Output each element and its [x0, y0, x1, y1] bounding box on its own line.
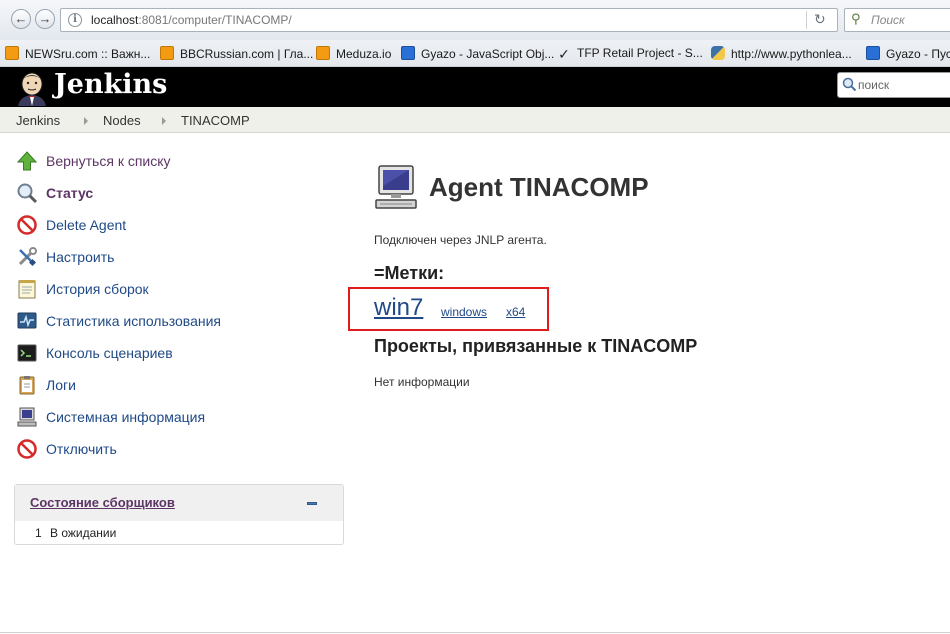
task-label: Консоль сценариев [46, 345, 173, 361]
executor-number: 1 [35, 526, 42, 540]
terminal-icon [17, 344, 37, 362]
connection-status: Подключен через JNLP агента. [374, 233, 547, 247]
rss-icon [160, 46, 174, 60]
url-host: localhost [91, 13, 139, 27]
gyazo-icon [866, 46, 880, 60]
no-entry-icon [17, 215, 37, 235]
browser-toolbar: ← → i localhost:8081/computer/TINACOMP/ … [0, 0, 950, 40]
breadcrumb-arrow-icon[interactable] [84, 117, 88, 125]
breadcrumb-nodes[interactable]: Nodes [103, 113, 141, 128]
no-projects-text: Нет информации [374, 375, 470, 389]
bookmark-pythonlearn[interactable]: http://www.pythonlea... [711, 46, 852, 61]
browser-search-box[interactable]: ⚲ Поиск [844, 8, 950, 32]
search-icon [842, 77, 857, 92]
jenkins-butler-logo-icon[interactable] [14, 70, 50, 106]
bookmark-bbcrussian[interactable]: BBCRussian.com | Гла... [160, 46, 313, 61]
bookmarks-bar: NEWSru.com :: Важн... BBCRussian.com | Г… [0, 40, 950, 67]
page-title: Agent TINACOMP [429, 172, 649, 202]
executor-status: В ожидании [50, 526, 117, 540]
bookmark-gyazo-js[interactable]: Gyazo - JavaScript Obj... [401, 46, 554, 61]
task-label: Настроить [46, 249, 115, 265]
label-link-windows[interactable]: windows [441, 305, 487, 319]
task-label: Статистика использования [46, 313, 222, 329]
jenkins-header: Jenkins [0, 67, 950, 107]
forward-icon[interactable]: → [35, 9, 55, 29]
search-input[interactable] [858, 76, 950, 94]
breadcrumb-arrow-icon[interactable] [162, 117, 166, 125]
browser-search-placeholder: Поиск [871, 13, 905, 27]
bookmark-label: Gyazo - JavaScript Obj... [421, 47, 555, 61]
reload-icon[interactable]: ↻ [814, 11, 826, 28]
up-arrow-icon [16, 151, 38, 171]
bookmark-label: http://www.pythonlea... [731, 47, 852, 61]
search-engine-icon: ⚲ [851, 11, 861, 26]
collapse-icon[interactable] [307, 502, 317, 505]
breadcrumb-jenkins[interactable]: Jenkins [16, 113, 60, 128]
label-link-x64[interactable]: x64 [506, 305, 525, 319]
bookmark-meduza[interactable]: Meduza.io [316, 46, 391, 61]
bookmark-label: Gyazo - Пус [886, 47, 950, 61]
task-label: Отключить [46, 441, 117, 457]
url-text: localhost:8081/computer/TINACOMP/ [91, 13, 292, 27]
label-link-win7[interactable]: win7 [374, 294, 423, 322]
task-label: Системная информация [46, 409, 206, 425]
wrench-screwdriver-icon [18, 247, 37, 267]
jenkins-wordmark[interactable]: Jenkins [54, 69, 167, 100]
breadcrumb: Jenkins Nodes TINACOMP [0, 107, 950, 133]
page-divider [0, 632, 950, 633]
site-info-icon[interactable]: i [68, 13, 82, 27]
labels-heading: =Метки: [374, 263, 445, 283]
projects-heading: Проекты, привязанные к TINACOMP [374, 336, 698, 356]
back-icon[interactable]: ← [11, 9, 31, 29]
bookmark-label: Meduza.io [336, 47, 392, 61]
header-search-box[interactable] [837, 72, 950, 98]
computer-icon [17, 407, 37, 427]
bookmark-label: TFP Retail Project - S... [577, 46, 703, 60]
clipboard-icon [19, 376, 35, 395]
url-path: :8081/computer/TINACOMP/ [138, 13, 292, 27]
monitor-graph-icon [17, 312, 37, 329]
no-entry-icon [17, 439, 37, 459]
task-label: Логи [46, 377, 76, 393]
computer-icon [375, 165, 417, 209]
executor-pane-title[interactable]: Состояние сборщиков [30, 495, 175, 510]
rss-icon [316, 46, 330, 60]
notepad-icon [18, 280, 36, 299]
bookmark-newsru[interactable]: NEWSru.com :: Важн... [5, 46, 150, 61]
bookmark-gyazo-2[interactable]: Gyazo - Пус [866, 46, 950, 61]
breadcrumb-tinacomp[interactable]: TINACOMP [181, 113, 250, 128]
address-bar[interactable]: i localhost:8081/computer/TINACOMP/ ↻ [60, 8, 838, 32]
task-label: Delete Agent [46, 217, 127, 233]
gyazo-icon [401, 46, 415, 60]
bookmark-label: BBCRussian.com | Гла... [180, 47, 314, 61]
bookmark-tfp-retail[interactable]: ✓ TFP Retail Project - S... [557, 46, 703, 61]
url-divider [806, 11, 807, 29]
task-label: Вернуться к списку [46, 153, 171, 169]
magnifier-icon [17, 183, 38, 204]
checkmark-icon: ✓ [558, 46, 570, 62]
rss-icon [5, 46, 19, 60]
task-label: Статус [46, 185, 94, 201]
executor-pane-header: Состояние сборщиков [15, 485, 343, 521]
executor-status-pane: Состояние сборщиков 1 В ожидании [14, 484, 344, 545]
python-icon [711, 46, 725, 60]
bookmark-label: NEWSru.com :: Важн... [25, 47, 151, 61]
task-label: История сборок [46, 281, 149, 297]
